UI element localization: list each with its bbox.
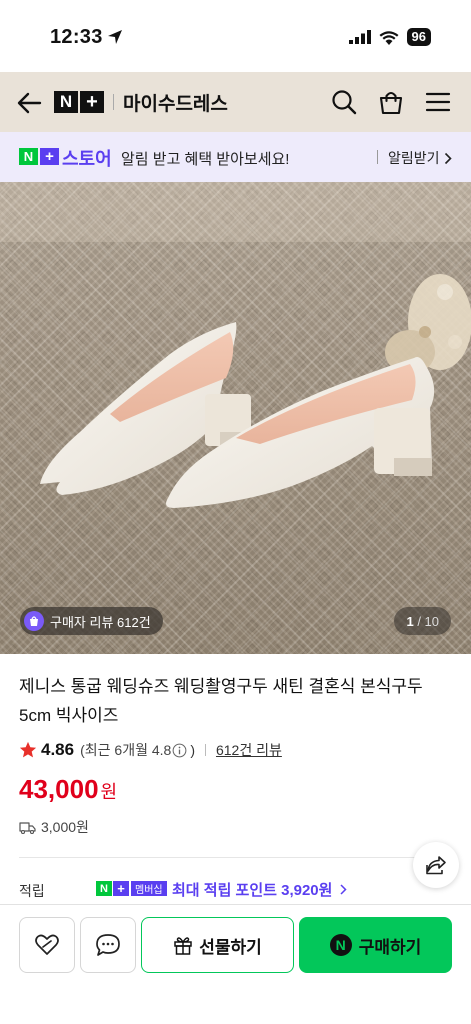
product-title: 제니스 통굽 웨딩슈즈 웨딩촬영구두 새틴 결혼식 본식구두 5cm 빅사이즈 (19, 677, 423, 725)
battery-indicator: 96 (406, 28, 431, 46)
info-icon[interactable] (172, 743, 187, 758)
review-badge-icon (24, 611, 44, 631)
chat-bubble-icon (96, 934, 120, 956)
points-logo-plus: + (113, 881, 129, 896)
divider (19, 857, 452, 858)
price-value: 43,000 (19, 774, 99, 804)
buyer-review-badge[interactable]: 구매자 리뷰 612건 (20, 607, 163, 635)
menu-icon[interactable] (425, 89, 451, 115)
shipping-row: 3,000원 (19, 817, 89, 837)
wishlist-button[interactable] (19, 917, 75, 973)
image-counter-total: / 10 (417, 613, 439, 629)
nplus-store-logo: N + (19, 148, 59, 165)
recent-rating: (최근 6개월 4.8 (80, 742, 172, 758)
nplus-logo[interactable]: N + (54, 91, 104, 113)
buy-button[interactable]: N 구매하기 (299, 917, 452, 973)
points-logo-n: N (96, 881, 112, 896)
naver-pay-icon: N (329, 934, 352, 956)
image-counter: 1 / 10 (394, 607, 451, 635)
nplus-membership-logo: N + 멤버십 (96, 881, 167, 896)
notify-button-label: 알림받기 (388, 150, 440, 166)
promo-banner[interactable]: N + 스토어 알림 받고 혜택 받아보세요! 알림받기 (0, 132, 471, 182)
status-icons: 96 (348, 28, 431, 46)
chevron-right-icon (340, 884, 347, 895)
shipping-fee: 3,000원 (41, 819, 89, 835)
signal-icon (348, 30, 371, 44)
search-icon[interactable] (331, 89, 357, 115)
status-time: 12:33 (50, 26, 103, 48)
bottom-action-bar: 선물하기 N 구매하기 (0, 904, 471, 1024)
membership-badge: 멤버십 (131, 881, 167, 896)
product-image-gallery[interactable]: 구매자 리뷰 612건 1 / 10 (0, 182, 471, 654)
rating-row: 4.86 (최근 6개월 4.8 ) 612건 리뷰 (19, 740, 282, 760)
status-bar: 12:33 96 (0, 0, 471, 72)
rating-score: 4.86 (41, 740, 75, 759)
heart-link-icon (35, 934, 59, 955)
max-points-link[interactable]: 최대 적립 포인트 3,920원 (172, 879, 347, 900)
price: 43,000 원 (19, 774, 117, 805)
header-divider (113, 94, 114, 110)
review-count-link[interactable]: 612건 리뷰 (216, 740, 282, 760)
star-icon (19, 741, 37, 758)
promo-brand: 스토어 (62, 149, 112, 169)
rating-divider (204, 744, 206, 756)
points-label: 적립 (19, 883, 45, 899)
store-name[interactable]: 마이수드레스 (123, 89, 228, 116)
recent-rating-close: ) (190, 742, 195, 758)
gift-button-label: 선물하기 (199, 937, 262, 957)
gift-icon (174, 937, 192, 955)
nplus-logo-n: N (54, 91, 78, 113)
product-photo (0, 182, 471, 654)
wifi-icon (379, 30, 399, 45)
promo-text: 알림 받고 혜택 받아보세요! (121, 151, 290, 168)
notify-button[interactable]: 알림받기 (388, 148, 452, 168)
promo-logo-n: N (19, 148, 38, 165)
review-badge-text: 구매자 리뷰 612건 (50, 614, 151, 630)
location-arrow-icon (108, 30, 122, 44)
chevron-right-icon (444, 152, 452, 164)
price-currency: 원 (100, 782, 118, 802)
back-arrow-icon[interactable] (16, 90, 42, 116)
share-button[interactable] (413, 842, 459, 888)
delivery-truck-icon (19, 821, 36, 834)
promo-divider (377, 150, 378, 164)
share-icon (426, 856, 446, 875)
promo-logo-plus: + (40, 148, 59, 165)
buy-button-label: 구매하기 (358, 937, 422, 957)
chat-button[interactable] (80, 917, 136, 973)
store-header: N + 마이수드레스 (0, 72, 471, 132)
image-counter-current: 1 (406, 613, 414, 629)
max-points-text: 최대 적립 포인트 3,920원 (172, 882, 333, 899)
gift-button[interactable]: 선물하기 (141, 917, 294, 973)
shopping-bag-icon[interactable] (378, 89, 404, 115)
nplus-logo-plus: + (80, 91, 104, 113)
